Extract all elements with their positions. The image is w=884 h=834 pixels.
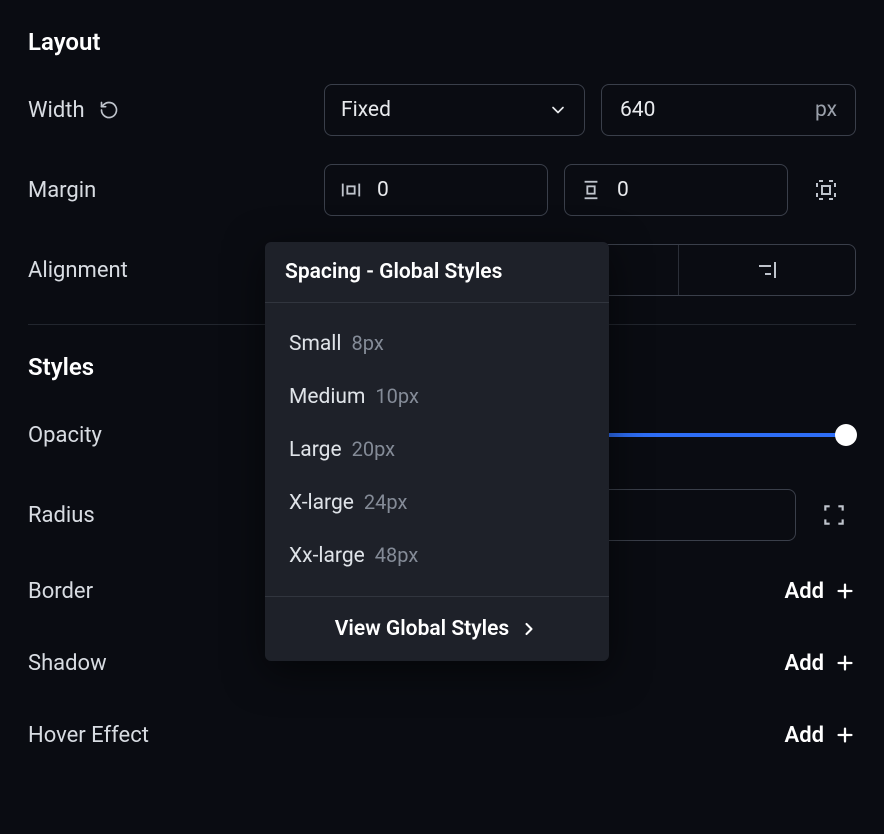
chevron-down-icon [548,100,568,120]
shadow-add-button[interactable]: Add [785,651,856,676]
view-global-styles-button[interactable]: View Global Styles [265,596,609,661]
spacing-option-value: 8px [352,331,384,355]
spacing-option-label: Medium [289,385,365,409]
width-label: Width [28,98,324,123]
hover-effect-row: Hover Effect Add [28,713,856,757]
margin-horizontal-value: 0 [377,178,389,202]
spacing-option-x-large[interactable]: X-large 24px [265,476,609,529]
margin-horizontal-input[interactable]: 0 [324,164,548,216]
plus-icon [834,580,856,602]
spacing-option-label: Small [289,332,342,356]
popover-footer-label: View Global Styles [335,617,509,641]
width-unit: px [815,98,837,122]
margin-horizontal-icon [339,178,363,202]
width-value-input[interactable]: 640 px [601,84,856,136]
opacity-label-text: Opacity [28,423,102,448]
margin-vertical-icon [579,178,603,202]
align-right-button[interactable] [678,245,855,295]
margin-unlink-button[interactable] [804,168,848,212]
width-label-text: Width [28,98,85,123]
width-mode-value: Fixed [341,98,391,122]
width-mode-select[interactable]: Fixed [324,84,585,136]
margin-vertical-value: 0 [617,178,629,202]
alignment-label-text: Alignment [28,258,128,283]
popover-list: Small 8px Medium 10px Large 20px X-large… [265,303,609,596]
hover-add-label: Add [785,723,824,748]
layout-section-title: Layout [28,28,856,56]
spacing-option-xx-large[interactable]: Xx-large 48px [265,529,609,582]
border-add-label: Add [785,579,824,604]
shadow-add-label: Add [785,651,824,676]
border-label: Border [28,579,93,604]
spacing-option-value: 20px [352,437,396,461]
radius-corners-button[interactable] [812,493,856,537]
hover-effect-add-button[interactable]: Add [785,723,856,748]
spacing-option-large[interactable]: Large 20px [265,423,609,476]
spacing-option-label: X-large [289,491,354,515]
spacing-option-small[interactable]: Small 8px [265,317,609,370]
width-row: Width Fixed 640 px [28,84,856,136]
plus-icon [834,724,856,746]
margin-row: Margin 0 0 [28,164,856,216]
plus-icon [834,652,856,674]
opacity-slider-thumb[interactable] [835,424,857,446]
margin-label: Margin [28,178,324,203]
spacing-option-value: 24px [364,490,408,514]
chevron-right-icon [519,619,539,639]
margin-vertical-input[interactable]: 0 [564,164,788,216]
spacing-option-value: 10px [375,384,419,408]
reset-icon[interactable] [97,98,121,122]
shadow-label: Shadow [28,651,107,676]
spacing-option-medium[interactable]: Medium 10px [265,370,609,423]
margin-label-text: Margin [28,178,96,203]
border-add-button[interactable]: Add [785,579,856,604]
hover-effect-label: Hover Effect [28,723,149,748]
spacing-option-label: Large [289,438,342,462]
popover-title: Spacing - Global Styles [265,242,609,303]
spacing-option-label: Xx-large [289,544,365,568]
spacing-popover: Spacing - Global Styles Small 8px Medium… [265,242,609,661]
radius-label-text: Radius [28,503,95,528]
width-value-text: 640 [620,98,655,122]
spacing-option-value: 48px [375,543,419,567]
